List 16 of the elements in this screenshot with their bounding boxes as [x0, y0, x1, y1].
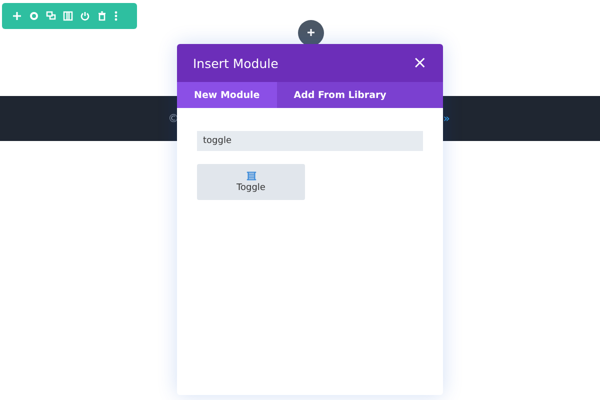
duplicate-icon[interactable] [46, 11, 56, 21]
power-icon[interactable] [80, 11, 90, 21]
footer-link[interactable]: » [443, 112, 450, 125]
move-icon[interactable] [12, 11, 22, 21]
dialog-tab[interactable]: Add From Library [276, 82, 404, 108]
settings-icon[interactable] [29, 11, 39, 21]
columns-icon[interactable] [63, 11, 73, 21]
module-button[interactable]: Toggle [197, 164, 305, 200]
close-button[interactable]: × [412, 53, 427, 73]
trash-icon[interactable] [97, 11, 107, 21]
dialog-title: Insert Module [193, 56, 278, 70]
add-button[interactable] [298, 20, 324, 46]
search-field[interactable]: toggle [197, 131, 423, 151]
toggle-icon [246, 171, 256, 181]
more-icon[interactable] [114, 11, 118, 21]
dialog-tab[interactable]: New Module [177, 82, 277, 108]
